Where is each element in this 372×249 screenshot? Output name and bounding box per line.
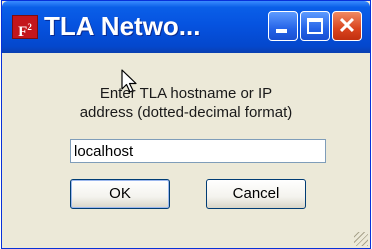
minimize-button[interactable]	[268, 11, 298, 41]
maximize-icon	[307, 18, 323, 34]
prompt-line-2: address (dotted-decimal format)	[79, 104, 293, 121]
app-icon-letter: F	[18, 24, 28, 40]
resize-grip[interactable]	[354, 232, 368, 246]
prompt-line-1: Enter TLA hostname or IP	[99, 85, 273, 102]
hostname-input[interactable]	[70, 139, 326, 163]
window-title: TLA Netwo...	[44, 11, 201, 41]
minimize-icon	[276, 29, 287, 33]
close-button[interactable]: ✕	[332, 11, 362, 41]
tla-network-dialog: F2 TLA Netwo... ✕ Enter TLA hostname or …	[1, 0, 371, 249]
title-bar[interactable]: F2 TLA Netwo... ✕	[2, 1, 370, 53]
maximize-button[interactable]	[300, 11, 330, 41]
close-icon: ✕	[337, 13, 357, 38]
hostname-prompt: Enter TLA hostname or IP address (dotted…	[2, 84, 370, 122]
mouse-pointer-icon	[121, 69, 137, 93]
app-icon: F2	[12, 15, 38, 40]
ok-button[interactable]: OK	[70, 179, 170, 209]
app-icon-superscript: 2	[27, 22, 32, 32]
cancel-button[interactable]: Cancel	[206, 179, 306, 209]
